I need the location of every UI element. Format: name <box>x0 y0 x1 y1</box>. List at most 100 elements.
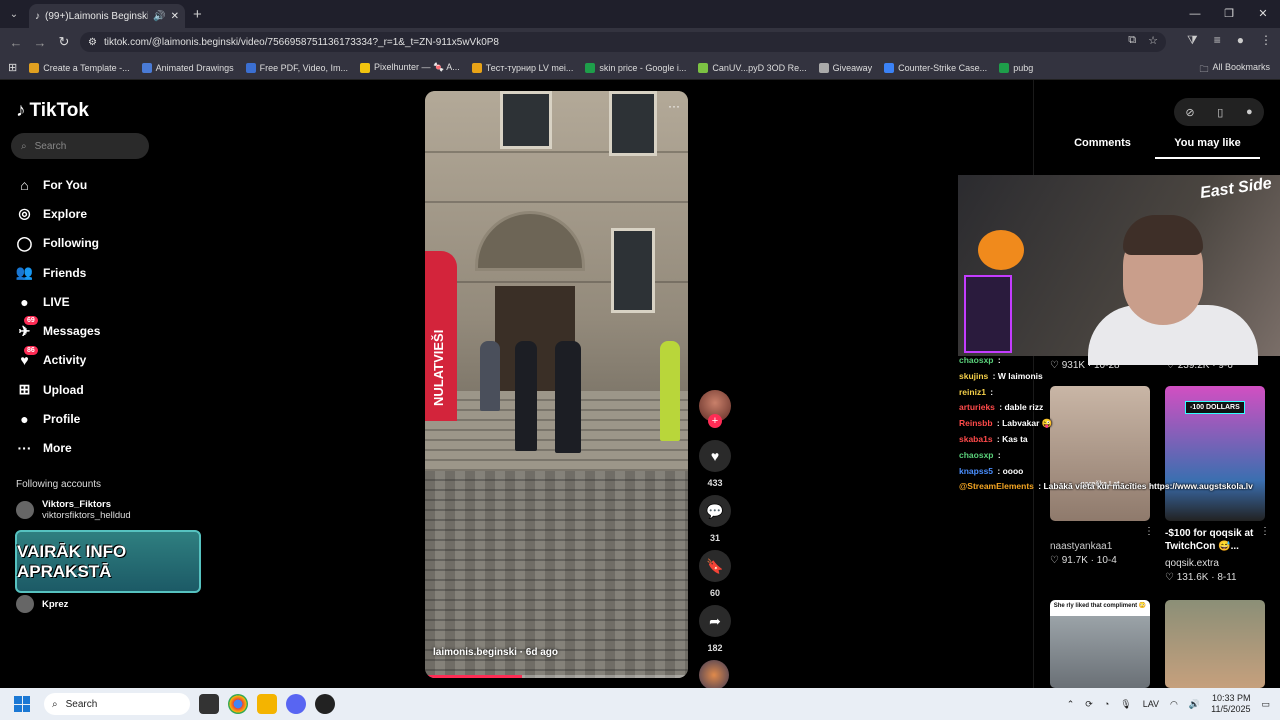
close-window-button[interactable]: ✕ <box>1246 0 1280 28</box>
nav-item-more[interactable]: ··· More <box>16 434 100 463</box>
creator-avatar[interactable]: + <box>699 390 731 428</box>
share-button[interactable]: ➦ <box>699 605 731 637</box>
search-icon: ⌕ <box>52 698 58 710</box>
chat-message: skaba1s : Kas ta <box>959 434 1259 450</box>
wifi-icon[interactable]: ◠ <box>1170 699 1178 710</box>
sync-icon[interactable]: ⟳ <box>1085 699 1093 710</box>
card-title[interactable]: -$100 for qoqsik at TwitchCon 😅... <box>1165 527 1260 553</box>
card-author[interactable]: naastyankaa1 <box>1050 541 1112 552</box>
nav-label: Friends <box>43 265 87 280</box>
apps-grid-icon[interactable]: ⊞ <box>8 61 17 74</box>
nav-item-activity[interactable]: ♥ 86 Activity <box>16 345 100 375</box>
share-count: 182 <box>707 643 723 653</box>
video-progress-bar[interactable] <box>425 675 688 678</box>
music-disc[interactable] <box>699 660 729 690</box>
nav-item-messages[interactable]: ✈ 69 Messages <box>16 316 100 345</box>
clock[interactable]: 10:33 PM 11/5/2025 <box>1211 693 1250 715</box>
follow-plus-icon[interactable]: + <box>708 414 722 428</box>
home-icon: ⌂ <box>20 176 29 193</box>
url-text: tiktok.com/@laimonis.beginski/video/7566… <box>103 36 499 48</box>
bookmark-item[interactable]: Animated Drawings <box>141 62 234 73</box>
bookmark-item[interactable]: Giveaway <box>818 62 872 73</box>
following-account[interactable]: Viktors_Fiktors viktorsfiktors_helldud <box>16 499 131 521</box>
recommended-video-card[interactable]: She rly liked that compliment 😳 <box>1050 600 1150 688</box>
nav-item-explore[interactable]: ◎ Explore <box>16 199 100 228</box>
bookmark-item[interactable]: Free PDF, Video, Im... <box>245 62 348 73</box>
nav-item-profile[interactable]: ● Profile <box>16 404 100 433</box>
tab-search-button[interactable]: ⌄ <box>3 3 25 25</box>
extensions-icon[interactable]: ⧩ <box>1187 33 1198 48</box>
notification-badge: 69 <box>24 316 38 326</box>
card-more-icon[interactable]: ⋮ <box>1260 526 1270 537</box>
chevron-up-icon[interactable]: ⌃ <box>1067 699 1075 710</box>
card-author[interactable]: qoqsik.extra <box>1165 558 1219 569</box>
bookmark-item[interactable]: pubg <box>999 62 1033 73</box>
card-more-icon[interactable]: ⋮ <box>1144 526 1154 537</box>
following-account[interactable]: Kprez <box>16 595 68 613</box>
all-bookmarks-button[interactable]: 🗀 All Bookmarks <box>1199 62 1270 78</box>
discord-icon[interactable] <box>286 694 306 714</box>
video-caption[interactable]: laimonis.beginski · 6d ago <box>433 647 558 658</box>
nav-item-live[interactable]: ● LIVE <box>16 287 100 316</box>
forward-button[interactable]: → <box>28 35 52 50</box>
bookmark-item[interactable]: skin price - Google i... <box>585 62 686 73</box>
user-avatar[interactable]: ● <box>1246 106 1253 118</box>
comment-button[interactable]: 💬 <box>699 495 731 527</box>
volume-icon[interactable]: 🔊 <box>1189 699 1200 710</box>
chat-username: knapss5 <box>959 465 994 476</box>
tab-comments[interactable]: Comments <box>1050 137 1155 159</box>
taskbar-search[interactable]: ⌕ Search <box>44 693 190 715</box>
language-indicator[interactable]: LAV <box>1143 699 1159 709</box>
chrome-icon[interactable] <box>228 694 248 714</box>
phone-icon[interactable]: ▯ <box>1217 106 1223 119</box>
chat-message: arturieks : dable rizz <box>959 402 1259 418</box>
nav-item-upload[interactable]: ⊞ Upload <box>16 375 100 404</box>
tab-you-may-like[interactable]: You may like <box>1155 137 1260 159</box>
network-icon[interactable]: ◔ <box>1104 699 1109 709</box>
site-info-icon[interactable]: ⚙ <box>88 37 97 48</box>
install-app-icon[interactable]: ⧉ <box>1128 34 1136 47</box>
nav-item-friends[interactable]: 👥 Friends <box>16 258 100 287</box>
bookmark-star-icon[interactable]: ☆ <box>1148 34 1158 47</box>
nav-item-following[interactable]: ◯ Following <box>16 229 100 258</box>
mic-icon[interactable]: 🎙 <box>1120 699 1131 710</box>
save-button[interactable]: 🔖 <box>699 550 731 582</box>
windows-start-icon[interactable] <box>14 696 30 712</box>
nav-label: Upload <box>43 382 84 397</box>
notification-icon[interactable]: ▭ <box>1261 699 1270 710</box>
search-input[interactable]: ⌕ Search <box>11 133 149 159</box>
new-tab-button[interactable]: + <box>193 6 202 23</box>
bookmark-favicon-icon <box>818 62 829 73</box>
file-explorer-icon[interactable] <box>257 694 277 714</box>
back-button[interactable]: ← <box>4 35 28 50</box>
media-control-icon[interactable]: ≡ <box>1214 33 1221 48</box>
reload-button[interactable]: ↻ <box>52 34 76 50</box>
bookmark-icon: 🔖 <box>706 557 724 574</box>
like-button[interactable]: ♥ <box>699 440 731 472</box>
bookmark-item[interactable]: Create a Template -... <box>29 62 130 73</box>
person-figure <box>480 341 500 411</box>
compass-icon[interactable]: ⊘ <box>1185 106 1194 119</box>
minimize-button[interactable]: — <box>1178 0 1212 28</box>
profile-avatar-icon[interactable]: ● <box>1237 33 1244 48</box>
chat-separator: : <box>995 355 1001 365</box>
nav-item-for-you[interactable]: ⌂ For You <box>16 170 100 199</box>
app-icon[interactable] <box>315 694 335 714</box>
chat-message: @StreamElements : Labākā vieta kur mācīt… <box>959 481 1259 497</box>
panel-tabs: Comments You may like <box>1050 137 1260 159</box>
browser-tab[interactable]: ♪ (99+)Laimonis Beginskis (@ 🔊 ✕ <box>29 4 185 28</box>
speaker-icon[interactable]: 🔊 <box>153 11 165 22</box>
bookmark-item[interactable]: Counter-Strike Case... <box>884 62 987 73</box>
menu-icon[interactable]: ⋮ <box>1260 33 1272 48</box>
close-tab-icon[interactable]: ✕ <box>171 11 179 22</box>
bookmark-item[interactable]: CanUV...pyD 3OD Re... <box>698 62 807 73</box>
restore-button[interactable]: ❐ <box>1212 0 1246 28</box>
bookmark-item[interactable]: Тест-турнир LV mei... <box>471 62 573 73</box>
video-player[interactable]: NULATVIEŠI ··· laimonis.beginski · 6d ag… <box>425 91 688 678</box>
address-bar[interactable]: ⚙ tiktok.com/@laimonis.beginski/video/75… <box>80 32 1166 52</box>
tiktok-logo[interactable]: ♪ TikTok <box>16 100 89 122</box>
video-more-icon[interactable]: ··· <box>668 99 680 113</box>
bookmark-item[interactable]: Pixelhunter — 🍬 A... <box>360 62 460 73</box>
taskview-icon[interactable] <box>199 694 219 714</box>
recommended-video-card[interactable] <box>1165 600 1265 688</box>
